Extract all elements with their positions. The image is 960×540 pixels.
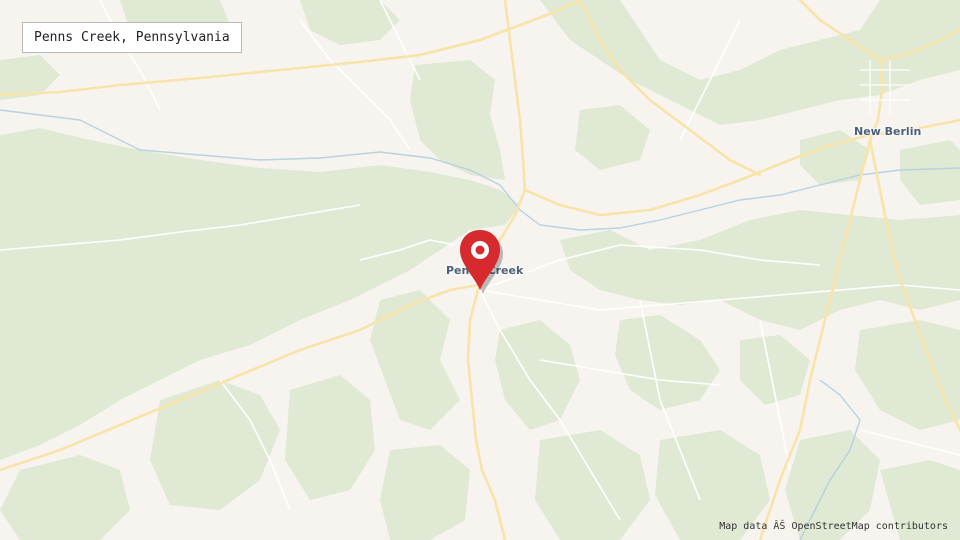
map-pin-icon[interactable] xyxy=(459,228,503,294)
map-attribution[interactable]: Map data ÂŠ OpenStreetMap contributors xyxy=(719,521,948,532)
map-title-box: Penns Creek, Pennsylvania xyxy=(22,22,242,53)
town-label-new-berlin[interactable]: New Berlin xyxy=(854,125,921,138)
map-title: Penns Creek, Pennsylvania xyxy=(34,30,230,45)
